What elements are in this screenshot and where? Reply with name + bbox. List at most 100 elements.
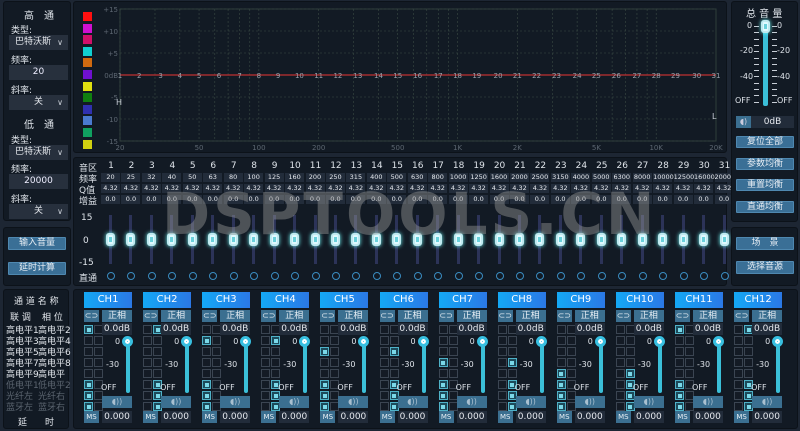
input-route-checkbox[interactable] <box>438 347 448 356</box>
band-freq-input[interactable]: 200 <box>305 173 325 182</box>
phase-button[interactable]: 正相 <box>338 310 369 322</box>
input-route-checkbox[interactable] <box>330 369 340 378</box>
input-route-checkbox[interactable] <box>94 336 103 345</box>
mute-speaker-icon[interactable]: ◖)) <box>752 396 783 408</box>
band-freq-input[interactable]: 8000 <box>632 173 652 182</box>
band-q-input[interactable]: 4.32 <box>141 184 161 193</box>
band-gain-input[interactable]: 0.0 <box>203 195 223 204</box>
channel-select-button[interactable]: CH7 <box>438 292 487 308</box>
channel-volume-knob[interactable] <box>594 336 606 347</box>
input-route-checkbox[interactable] <box>271 347 281 356</box>
input-route-checkbox[interactable] <box>202 380 212 389</box>
input-route-checkbox[interactable] <box>497 369 507 378</box>
band-freq-input[interactable]: 250 <box>325 173 345 182</box>
band-bypass-toggle[interactable] <box>679 272 688 280</box>
input-route-checkbox[interactable] <box>675 358 684 367</box>
input-route-checkbox[interactable] <box>202 391 212 400</box>
channel-volume-knob[interactable] <box>358 336 370 347</box>
band-gain-input[interactable]: 0.0 <box>571 195 591 204</box>
band-q-input[interactable]: 4.32 <box>346 184 366 193</box>
band-q-input[interactable]: 4.32 <box>264 184 284 193</box>
band-freq-input[interactable]: 20 <box>101 173 120 182</box>
input-route-checkbox[interactable] <box>271 369 281 378</box>
link-icon[interactable]: ⊂⊃ <box>438 310 454 322</box>
band-gain-input[interactable]: 0.0 <box>407 195 427 204</box>
mute-speaker-icon[interactable]: ◖)) <box>397 396 428 408</box>
input-route-checkbox[interactable] <box>615 380 625 389</box>
band-gain-slider-knob[interactable] <box>494 233 504 246</box>
band-q-input[interactable]: 4.32 <box>510 184 529 193</box>
band-gain-input[interactable]: 0.0 <box>448 195 468 204</box>
band-gain-input[interactable]: 0.0 <box>591 195 611 204</box>
band-gain-slider-knob[interactable] <box>106 233 115 246</box>
input-route-checkbox[interactable] <box>320 336 330 345</box>
band-freq-input[interactable]: 1600 <box>489 173 509 182</box>
input-route-checkbox[interactable] <box>212 369 222 378</box>
channel-volume-fader[interactable] <box>598 341 603 393</box>
input-route-checkbox[interactable] <box>94 369 103 378</box>
ms-button[interactable]: MS <box>675 411 690 423</box>
input-route-checkbox[interactable] <box>84 325 93 334</box>
phase-button[interactable]: 正相 <box>397 310 428 322</box>
band-q-input[interactable]: 4.32 <box>223 184 243 193</box>
input-route-checkbox[interactable] <box>143 347 153 356</box>
input-route-checkbox[interactable] <box>202 402 212 411</box>
link-icon[interactable]: ⊂⊃ <box>84 310 99 322</box>
channel-delay-value[interactable]: 0.000 <box>220 411 251 423</box>
channel-delay-value[interactable]: 0.000 <box>161 411 192 423</box>
band-freq-input[interactable]: 2000 <box>510 173 529 182</box>
input-route-checkbox[interactable] <box>625 358 635 367</box>
channel-volume-knob[interactable] <box>181 336 193 347</box>
band-gain-slider-knob[interactable] <box>290 233 300 246</box>
ms-button[interactable]: MS <box>556 411 572 423</box>
band-q-input[interactable]: 4.32 <box>489 184 509 193</box>
input-route-checkbox[interactable] <box>744 347 754 356</box>
ms-button[interactable]: MS <box>84 411 99 423</box>
channel-delay-value[interactable]: 0.000 <box>102 411 132 423</box>
input-route-checkbox[interactable] <box>615 325 625 334</box>
band-gain-slider-knob[interactable] <box>371 233 381 246</box>
mute-speaker-icon[interactable]: ◖)) <box>102 396 132 408</box>
input-route-checkbox[interactable] <box>261 380 271 389</box>
input-route-checkbox[interactable] <box>202 369 212 378</box>
delay-calc-button[interactable]: 延时计算 <box>8 262 66 275</box>
band-bypass-toggle[interactable] <box>516 272 524 280</box>
band-q-input[interactable]: 4.32 <box>673 184 693 193</box>
input-route-checkbox[interactable] <box>261 369 271 378</box>
input-route-checkbox[interactable] <box>212 347 222 356</box>
input-route-checkbox[interactable] <box>734 336 744 345</box>
band-q-input[interactable]: 4.32 <box>469 184 489 193</box>
band-gain-slider-knob[interactable] <box>269 233 279 246</box>
link-icon[interactable]: ⊂⊃ <box>379 310 395 322</box>
band-bypass-toggle[interactable] <box>597 272 606 280</box>
input-route-checkbox[interactable] <box>202 336 212 345</box>
input-route-checkbox[interactable] <box>734 347 744 356</box>
input-route-checkbox[interactable] <box>556 358 566 367</box>
input-route-checkbox[interactable] <box>379 369 389 378</box>
input-route-checkbox[interactable] <box>556 325 566 334</box>
channel-delay-value[interactable]: 0.000 <box>456 411 487 423</box>
channel-select-button[interactable]: CH6 <box>379 292 428 308</box>
channel-volume-fader[interactable] <box>421 341 426 393</box>
input-route-checkbox[interactable] <box>143 358 153 367</box>
input-route-checkbox[interactable] <box>379 358 389 367</box>
band-bypass-toggle[interactable] <box>270 272 279 280</box>
channel-delay-value[interactable]: 0.000 <box>397 411 428 423</box>
channel-volume-knob[interactable] <box>240 336 252 347</box>
input-route-checkbox[interactable] <box>675 391 684 400</box>
link-icon[interactable]: ⊂⊃ <box>261 310 277 322</box>
input-route-checkbox[interactable] <box>734 369 744 378</box>
band-bypass-toggle[interactable] <box>659 272 668 280</box>
band-q-input[interactable]: 4.32 <box>203 184 223 193</box>
band-gain-slider-knob[interactable] <box>719 233 729 246</box>
input-route-checkbox[interactable] <box>202 347 212 356</box>
phase-button[interactable]: 正相 <box>220 310 251 322</box>
band-gain-slider-knob[interactable] <box>699 233 709 246</box>
input-route-checkbox[interactable] <box>615 347 625 356</box>
input-route-checkbox[interactable] <box>685 369 694 378</box>
input-route-checkbox[interactable] <box>448 358 458 367</box>
mute-speaker-icon[interactable]: ◖)) <box>633 396 664 408</box>
band-gain-slider-knob[interactable] <box>228 233 238 246</box>
input-route-checkbox[interactable] <box>448 336 458 345</box>
ms-button[interactable]: MS <box>261 411 277 423</box>
